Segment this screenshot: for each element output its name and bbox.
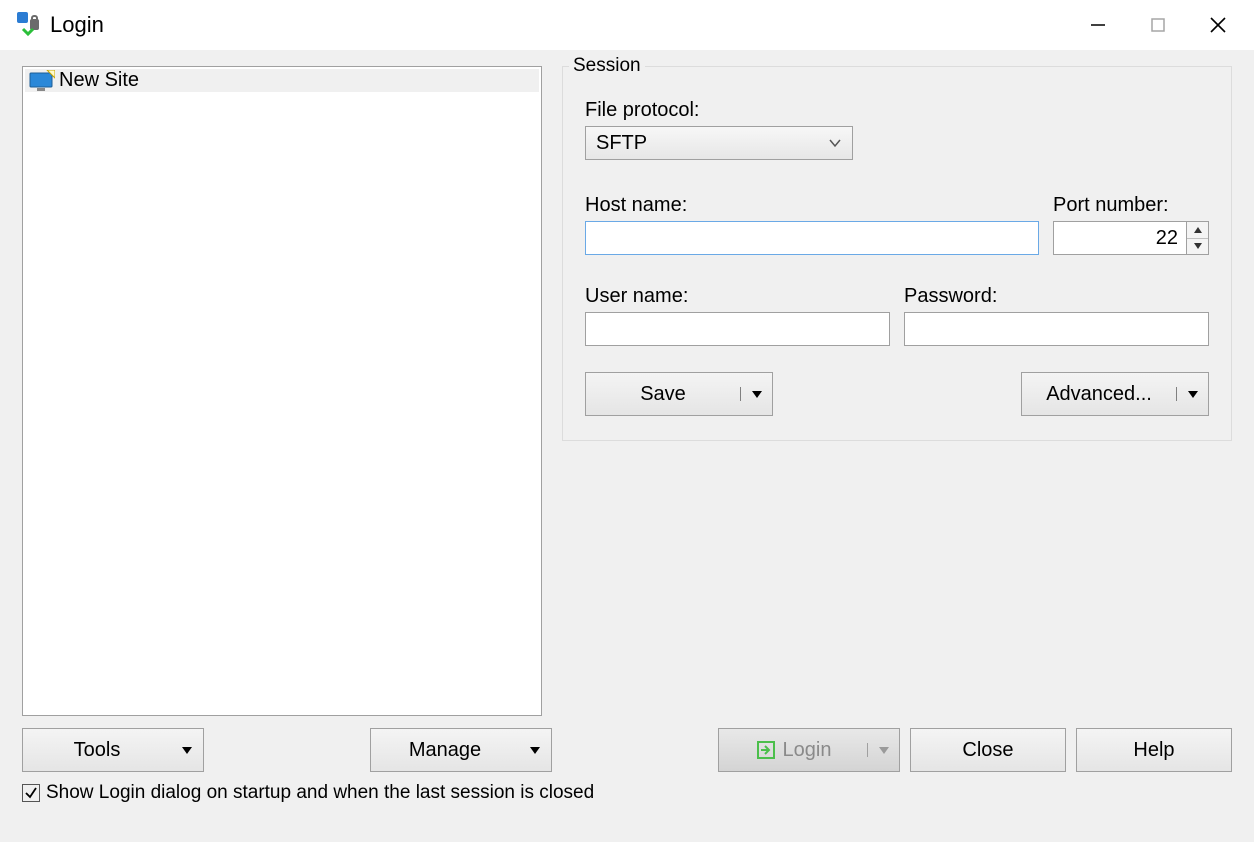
save-button-label: Save — [586, 383, 740, 406]
startup-checkbox-row[interactable]: Show Login dialog on startup and when th… — [22, 782, 1232, 804]
host-label: Host name: — [585, 194, 1039, 217]
close-button-label: Close — [962, 739, 1013, 762]
app-icon — [16, 11, 44, 39]
tools-button-label: Tools — [23, 739, 171, 762]
login-icon — [755, 739, 777, 761]
protocol-label: File protocol: — [585, 99, 1209, 122]
port-spinner[interactable] — [1187, 221, 1209, 255]
close-button[interactable]: Close — [910, 728, 1066, 772]
manage-button[interactable]: Manage — [370, 728, 552, 772]
port-input[interactable] — [1053, 221, 1187, 255]
save-dropdown[interactable] — [740, 387, 772, 401]
manage-dropdown-icon[interactable] — [519, 743, 551, 757]
site-item-new-site[interactable]: New Site — [25, 69, 539, 92]
monitor-icon — [29, 70, 55, 92]
startup-checkbox[interactable] — [22, 784, 40, 802]
session-groupbox: Session File protocol: SFTP Host name: — [562, 66, 1232, 441]
advanced-dropdown[interactable] — [1176, 387, 1208, 401]
password-input[interactable] — [904, 312, 1209, 346]
tools-dropdown-icon[interactable] — [171, 743, 203, 757]
save-button[interactable]: Save — [585, 372, 773, 416]
spinner-up-icon[interactable] — [1187, 222, 1208, 239]
password-label: Password: — [904, 285, 1209, 308]
protocol-select[interactable]: SFTP — [585, 126, 853, 160]
session-legend: Session — [569, 55, 645, 77]
title-bar: Login — [0, 0, 1254, 50]
help-button[interactable]: Help — [1076, 728, 1232, 772]
host-input[interactable] — [585, 221, 1039, 255]
manage-button-label: Manage — [371, 739, 519, 762]
advanced-button-label: Advanced... — [1022, 383, 1176, 406]
startup-checkbox-label: Show Login dialog on startup and when th… — [46, 782, 594, 804]
login-dropdown[interactable] — [867, 743, 899, 757]
window-title: Login — [50, 12, 104, 38]
tools-button[interactable]: Tools — [22, 728, 204, 772]
maximize-button[interactable] — [1128, 2, 1188, 48]
site-list[interactable]: New Site — [22, 66, 542, 716]
login-button[interactable]: Login — [718, 728, 900, 772]
username-input[interactable] — [585, 312, 890, 346]
login-button-label: Login — [719, 739, 867, 762]
username-label: User name: — [585, 285, 890, 308]
spinner-down-icon[interactable] — [1187, 239, 1208, 255]
minimize-button[interactable] — [1068, 2, 1128, 48]
chevron-down-icon — [828, 136, 842, 150]
advanced-button[interactable]: Advanced... — [1021, 372, 1209, 416]
help-button-label: Help — [1133, 739, 1174, 762]
close-window-button[interactable] — [1188, 2, 1248, 48]
protocol-value: SFTP — [596, 132, 647, 155]
port-label: Port number: — [1053, 194, 1209, 217]
site-item-label: New Site — [59, 69, 139, 92]
